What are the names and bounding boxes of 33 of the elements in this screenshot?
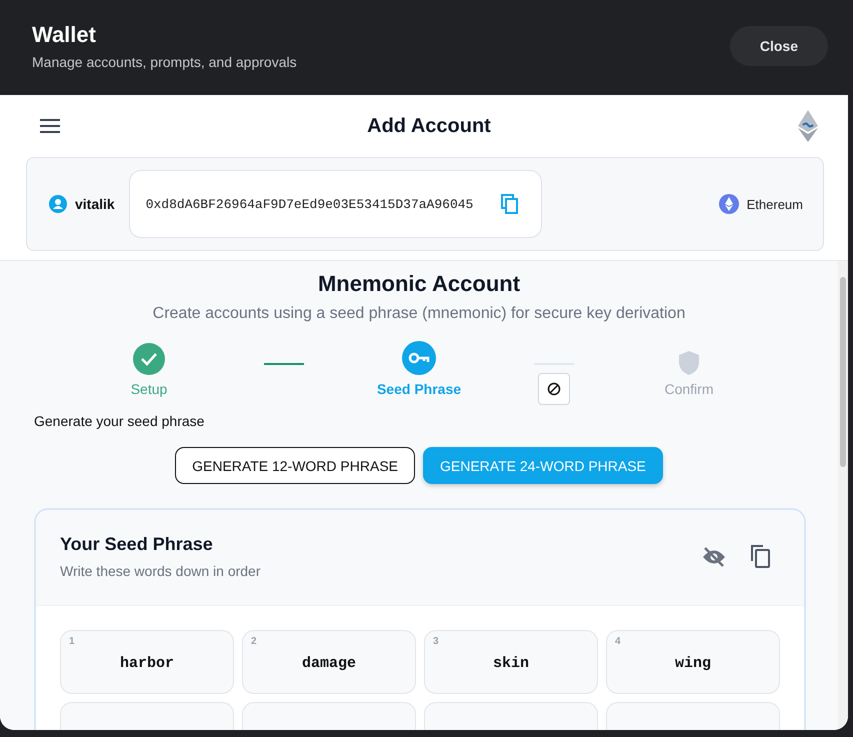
seed-word: skin [492,655,529,672]
step-label: Setup [130,381,168,397]
app-title: Wallet [32,22,97,48]
page-title: Add Account [367,114,491,138]
eye-off-icon[interactable] [702,546,726,566]
diamond-logo-icon[interactable] [798,110,818,142]
word-number: 1 [69,636,75,647]
seed-word: wing [674,655,711,672]
close-button[interactable]: Close [730,26,828,66]
prompt-text: Generate your seed phrase [34,413,204,429]
card-subtitle: Write these words down in order [60,563,262,579]
account-name: vitalik [75,196,115,212]
word-number: 2 [251,636,257,647]
scrollbar[interactable] [838,261,848,730]
seed-word: damage [302,655,356,672]
word-number: 3 [433,636,439,647]
seed-word: harbor [120,655,174,672]
menu-icon[interactable] [40,119,60,133]
user-icon [49,195,67,213]
step-label: Seed Phrase [376,381,462,397]
card-title: Your Seed Phrase [60,534,214,555]
app-subtitle: Manage accounts, prompts, and approvals [32,54,297,70]
ethereum-icon [718,194,739,214]
blocked-button[interactable] [538,373,570,405]
generate-button[interactable]: GENERATE 12-WORD PHRASE [175,447,415,484]
step-label: Confirm [664,381,714,397]
wallet-address: 0xd8dA6BF26964aF9D7eEd9e03E53415D37aA96045 [146,196,474,212]
section-title: Mnemonic Account [318,271,520,297]
network-name: Ethereum [746,196,803,212]
blocked-icon [547,382,561,396]
word-number: 4 [615,636,621,647]
section-subtitle: Create accounts using a seed phrase (mnemonic) for secure key derivation [152,305,686,323]
copy-icon[interactable] [750,545,770,568]
